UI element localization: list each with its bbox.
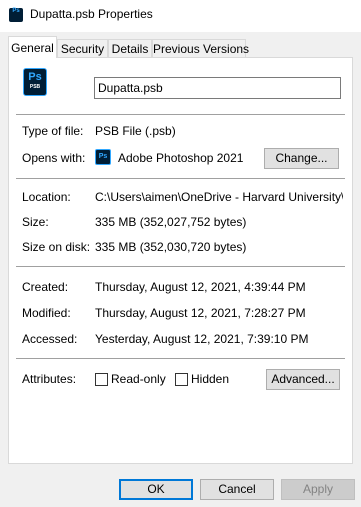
size-on-disk-label: Size on disk: — [22, 240, 91, 254]
opens-with-label: Opens with: — [22, 151, 86, 165]
divider — [16, 358, 345, 359]
tab-general[interactable]: General — [8, 36, 57, 58]
opens-with-value: Adobe Photoshop 2021 — [118, 151, 244, 165]
advanced-button[interactable]: Advanced... — [266, 369, 340, 390]
tab-previous-versions[interactable]: Previous Versions — [152, 39, 249, 57]
size-on-disk-value: 335 MB (352,030,720 bytes) — [95, 240, 247, 254]
attributes-label: Attributes: — [22, 372, 77, 386]
read-only-label[interactable]: Read-only — [111, 372, 166, 386]
window-title: Dupatta.psb Properties — [30, 7, 153, 21]
file-name-field[interactable] — [94, 77, 341, 99]
location-value[interactable]: C:\Users\aimen\OneDrive - Harvard Univer… — [95, 190, 343, 204]
location-label: Location: — [22, 190, 71, 204]
modified-value: Thursday, August 12, 2021, 7:28:27 PM — [95, 306, 306, 320]
divider — [16, 114, 345, 115]
photoshop-file-icon: Ps — [9, 8, 23, 22]
tab-details[interactable]: Details — [108, 39, 152, 57]
created-label: Created: — [22, 280, 69, 294]
modified-label: Modified: — [22, 306, 71, 320]
divider — [16, 178, 345, 179]
type-of-file-value: PSB File (.psb) — [95, 124, 176, 138]
cancel-button[interactable]: Cancel — [200, 479, 274, 500]
divider — [16, 266, 345, 267]
size-value: 335 MB (352,027,752 bytes) — [95, 215, 247, 229]
ok-button[interactable]: OK — [119, 479, 193, 500]
general-panel — [8, 57, 353, 464]
hidden-label[interactable]: Hidden — [191, 372, 229, 386]
accessed-label: Accessed: — [22, 332, 78, 346]
change-button[interactable]: Change... — [264, 148, 339, 169]
apply-button[interactable]: Apply — [281, 479, 355, 500]
photoshop-app-icon: Ps — [95, 149, 111, 165]
psb-file-icon: Ps PSB — [23, 68, 47, 96]
hidden-checkbox[interactable] — [175, 373, 188, 386]
size-label: Size: — [22, 215, 49, 229]
read-only-checkbox[interactable] — [95, 373, 108, 386]
tab-security[interactable]: Security — [57, 39, 108, 57]
accessed-value: Yesterday, August 12, 2021, 7:39:10 PM — [95, 332, 309, 346]
type-of-file-label: Type of file: — [22, 124, 84, 138]
created-value: Thursday, August 12, 2021, 4:39:44 PM — [95, 280, 306, 294]
